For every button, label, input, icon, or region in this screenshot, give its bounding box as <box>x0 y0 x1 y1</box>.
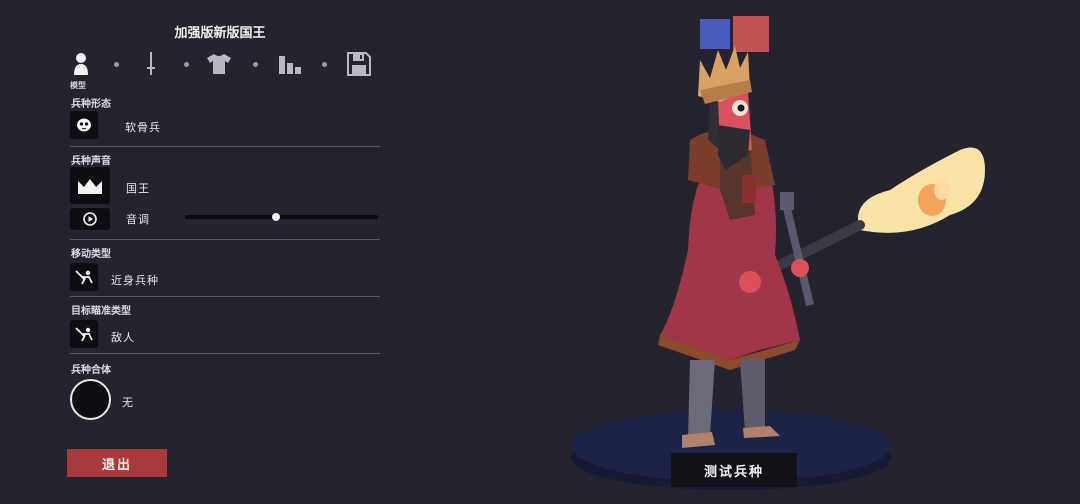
test-unit-button[interactable]: 测试兵种 <box>671 453 797 487</box>
movement-value: 近身兵种 <box>111 274 159 287</box>
form-value: 软骨兵 <box>125 121 161 134</box>
pitch-label: 音调 <box>126 213 150 226</box>
play-icon <box>83 212 97 226</box>
shirt-icon <box>207 54 231 74</box>
torch-flame <box>858 147 985 233</box>
movement-select-button[interactable] <box>70 263 98 291</box>
person-icon <box>74 53 88 75</box>
king-character <box>658 46 809 448</box>
editor-tab-bar <box>64 50 380 80</box>
unit-name-title[interactable]: 加强版新版国王 <box>120 22 320 41</box>
floppy-disk-icon <box>347 52 371 76</box>
merge-select-button[interactable] <box>70 379 111 420</box>
merge-value: 无 <box>122 396 134 409</box>
form-section-label: 兵种形态 <box>71 99 111 110</box>
voice-section-label: 兵种声音 <box>71 156 111 167</box>
targeting-select-button[interactable] <box>70 320 98 348</box>
melee-unit-icon <box>75 327 93 342</box>
voice-select-button[interactable] <box>70 167 110 204</box>
targeting-section-label: 目标瞄准类型 <box>71 306 131 317</box>
tab-stats[interactable] <box>275 50 305 78</box>
section-divider <box>70 146 380 147</box>
melee-unit-icon <box>75 270 93 285</box>
pitch-slider[interactable] <box>185 212 378 221</box>
section-divider <box>70 353 380 354</box>
merge-section-label: 兵种合体 <box>71 365 111 376</box>
pitch-slider-handle[interactable] <box>271 212 280 221</box>
sword-icon <box>147 52 155 75</box>
tab-separator-dot <box>184 62 189 67</box>
section-divider <box>70 239 380 240</box>
form-select-button[interactable] <box>70 111 98 139</box>
movement-section-label: 移动类型 <box>71 249 111 260</box>
crown-icon <box>78 178 102 194</box>
mask-face-icon <box>77 118 91 132</box>
tab-save[interactable] <box>344 50 374 78</box>
unit-creator-screen: 加强版新版国王 模型 兵种形态 软骨兵 兵种声音 国王 音调 移动类型 近身兵种… <box>0 0 1080 504</box>
tab-separator-dot <box>253 62 258 67</box>
tab-model[interactable] <box>66 50 96 78</box>
targeting-value: 敌人 <box>111 331 135 344</box>
bars-icon <box>279 56 301 74</box>
tab-clothing[interactable] <box>204 50 234 78</box>
unit-preview-viewport[interactable] <box>560 40 1000 504</box>
active-tab-caption: 模型 <box>70 81 86 90</box>
section-divider <box>70 296 380 297</box>
tab-weapon[interactable] <box>136 50 166 78</box>
tab-separator-dot <box>114 62 119 67</box>
tab-separator-dot <box>322 62 327 67</box>
voice-value: 国王 <box>126 182 150 195</box>
play-voice-button[interactable] <box>70 208 110 230</box>
exit-button[interactable]: 退出 <box>67 449 167 477</box>
